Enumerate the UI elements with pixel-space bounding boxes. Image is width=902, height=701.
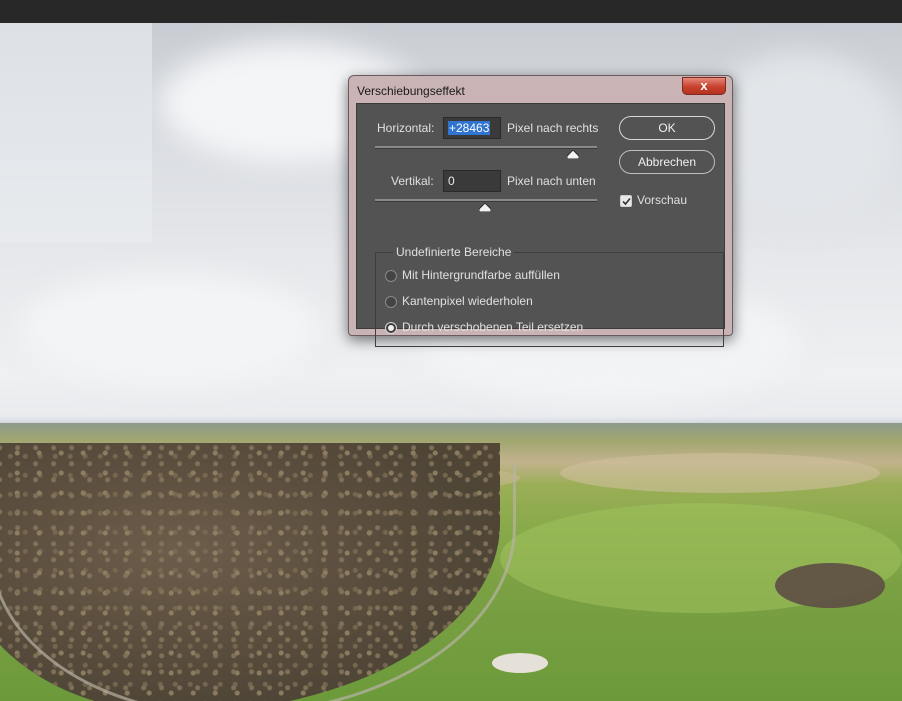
- preview-label: Vorschau: [637, 193, 688, 207]
- radio-wrap-around[interactable]: [385, 322, 397, 334]
- radio-label-fill-background[interactable]: Mit Hintergrundfarbe auffüllen: [402, 268, 560, 282]
- horizontal-slider-track[interactable]: [375, 146, 597, 149]
- radio-label-repeat-edge-pixels[interactable]: Kantenpixel wiederholen: [402, 294, 533, 308]
- cancel-button[interactable]: Abbrechen: [619, 150, 715, 174]
- radio-repeat-edge-pixels[interactable]: [385, 296, 397, 308]
- vertical-input[interactable]: 0: [443, 170, 501, 192]
- close-icon: x: [700, 78, 708, 93]
- offset-seam-panel: [0, 23, 152, 243]
- vertical-unit: Pixel nach unten: [507, 174, 596, 188]
- vertical-value: 0: [448, 174, 455, 188]
- cloud: [20, 273, 320, 383]
- close-button[interactable]: x: [682, 77, 726, 95]
- undefined-areas-title: Undefinierte Bereiche: [393, 245, 515, 259]
- dialog-client-area: Horizontal: +28463 Pixel nach rechts Ver…: [356, 103, 725, 347]
- vertical-label: Vertikal:: [391, 174, 434, 188]
- slider-thumb-icon: [567, 150, 579, 159]
- dialog-titlebar[interactable]: Verschiebungseffekt x: [349, 76, 732, 104]
- radio-fill-background[interactable]: [385, 270, 397, 282]
- offset-dialog: Verschiebungseffekt x Horizontal: +28463…: [348, 75, 733, 347]
- vertical-slider-track[interactable]: [375, 199, 597, 202]
- horizontal-label: Horizontal:: [377, 121, 435, 135]
- ok-button[interactable]: OK: [619, 116, 715, 140]
- field: [560, 453, 880, 493]
- blossom-tree: [492, 653, 548, 673]
- application-top-bar: [0, 0, 902, 23]
- slider-thumb-icon: [479, 203, 491, 212]
- radio-label-wrap-around[interactable]: Durch verschobenen Teil ersetzen: [402, 320, 583, 334]
- horizontal-value: +28463: [448, 121, 491, 135]
- horizontal-input[interactable]: +28463: [443, 117, 501, 139]
- undefined-areas-group: Undefinierte Bereiche Mit Hintergrundfar…: [375, 245, 724, 347]
- checkmark-icon: [622, 197, 631, 206]
- dialog-title: Verschiebungseffekt: [357, 84, 465, 98]
- horizontal-unit: Pixel nach rechts: [507, 121, 599, 135]
- preview-checkbox[interactable]: [620, 195, 632, 207]
- shrub-cluster: [775, 563, 885, 608]
